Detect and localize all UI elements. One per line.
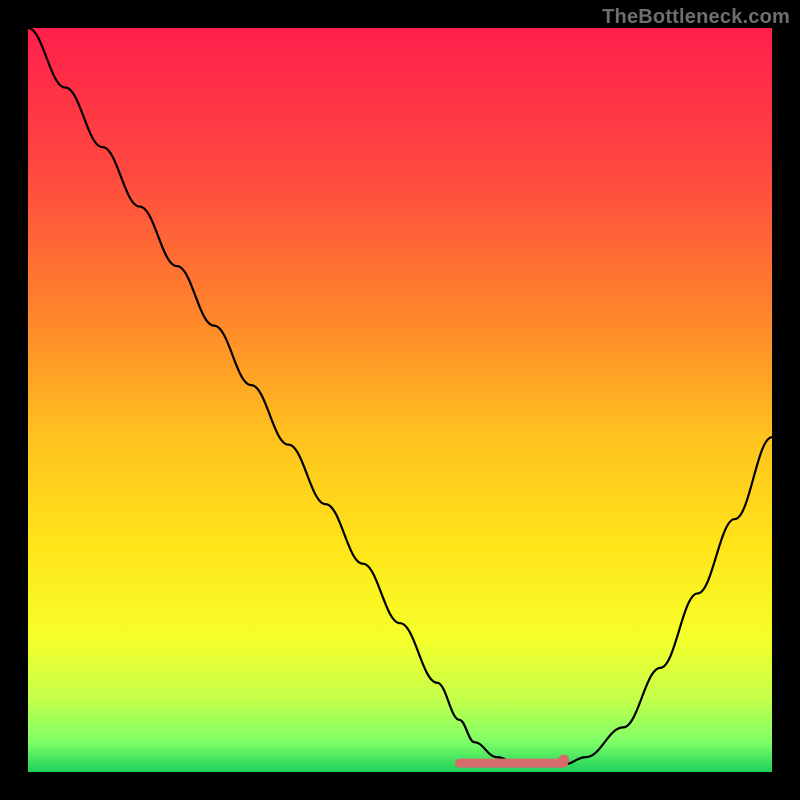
chart-svg: [28, 28, 772, 772]
plot-area: [28, 28, 772, 772]
chart-frame: TheBottleneck.com: [0, 0, 800, 800]
optimal-range-end-dot: [558, 755, 569, 766]
gradient-background: [28, 28, 772, 772]
watermark-text: TheBottleneck.com: [602, 6, 790, 29]
